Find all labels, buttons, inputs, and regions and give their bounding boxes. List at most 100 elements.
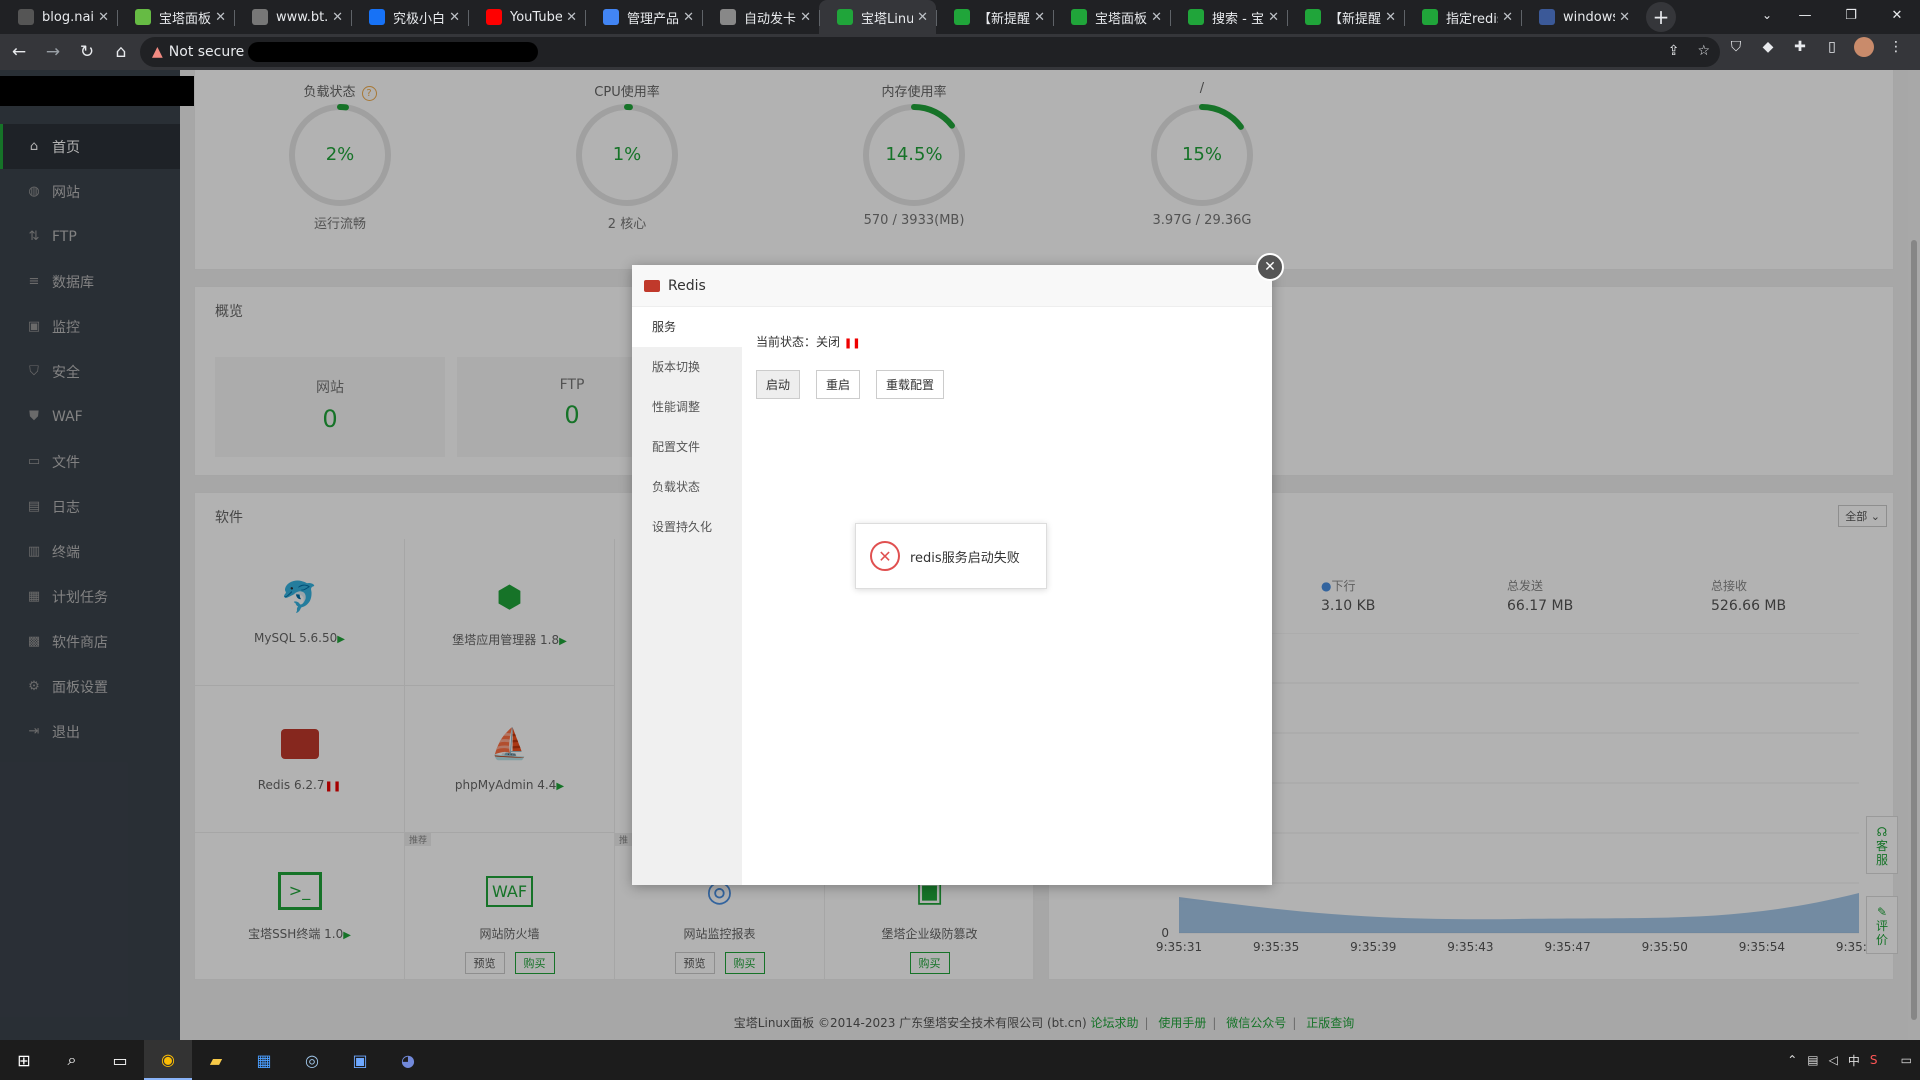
- tab-title: blog.naib: [42, 9, 95, 25]
- tab-title: 宝塔面板: [159, 11, 212, 27]
- browser-tab[interactable]: 搜索 - 宝 ✕: [1170, 0, 1287, 34]
- tab-close-icon[interactable]: ✕: [215, 10, 226, 25]
- tab-favicon-icon: [954, 9, 970, 25]
- notification-icon[interactable]: ▭: [1901, 1053, 1912, 1067]
- browser-tab[interactable]: 宝塔Linu ✕: [819, 0, 936, 34]
- shield-extension-icon[interactable]: ⛉: [1726, 37, 1746, 57]
- service-status-text: 当前状态：关闭: [756, 335, 841, 349]
- tab-favicon-icon: [837, 9, 853, 25]
- start-button[interactable]: 启动: [756, 370, 801, 399]
- page-viewport: ⌂ 首页 ◍ 网站 ⇅ FTP ≡ 数据库 ▣ 监控 ⛉ 安全 ⛊ WAF ▭ 文件 ▤ 日志 ▥ 终端 ▦ 计划任务 ▩ 软…: [0, 70, 1920, 1040]
- tab-close-icon[interactable]: ✕: [1151, 10, 1162, 25]
- address-bar[interactable]: ▲ Not secure ⇪ ☆: [140, 37, 1720, 67]
- star-icon[interactable]: ☆: [1697, 43, 1710, 59]
- browser-tab[interactable]: 宝塔面板 ✕: [1053, 0, 1170, 34]
- browser-tab[interactable]: blog.naib✕: [0, 0, 117, 34]
- volume-icon[interactable]: ◁: [1829, 1053, 1838, 1067]
- tab-close-icon[interactable]: ✕: [1268, 10, 1279, 25]
- tab-title: windows: [1563, 9, 1616, 25]
- ime-indicator[interactable]: 中: [1848, 1052, 1860, 1069]
- discord-icon[interactable]: ◕: [384, 1040, 432, 1080]
- service-status: 当前状态：关闭 ❚❚: [756, 333, 1258, 350]
- share-icon[interactable]: ⇪: [1668, 43, 1680, 59]
- search-icon[interactable]: ⌕: [48, 1040, 96, 1080]
- error-toast: ✕ redis服务启动失败: [855, 523, 1047, 589]
- modal-tab[interactable]: 设置持久化: [632, 507, 742, 547]
- tab-close-icon[interactable]: ✕: [1385, 10, 1396, 25]
- tab-title: 【新提醒: [1329, 11, 1382, 27]
- tab-favicon-icon: [1422, 9, 1438, 25]
- extension-badge-icon[interactable]: ◆: [1758, 37, 1778, 57]
- clock[interactable]: [1887, 1047, 1890, 1073]
- browser-tab[interactable]: 究极小白 ✕: [351, 0, 468, 34]
- reload-icon[interactable]: ↻: [72, 37, 102, 67]
- tab-favicon-icon: [1305, 9, 1321, 25]
- tab-favicon-icon: [369, 9, 385, 25]
- modal-tab[interactable]: 版本切换: [632, 347, 742, 387]
- tab-search-icon[interactable]: ⌄: [1752, 2, 1782, 28]
- tab-title: 自动发卡: [744, 11, 797, 27]
- file-explorer-icon[interactable]: ▰: [192, 1040, 240, 1080]
- redacted-url: [248, 42, 539, 62]
- stopped-icon: ❚❚: [843, 338, 861, 349]
- tab-close-icon[interactable]: ✕: [98, 10, 109, 25]
- new-tab-button[interactable]: +: [1646, 2, 1676, 32]
- tab-title: 宝塔Linu: [861, 11, 914, 27]
- tab-close-icon[interactable]: ✕: [1619, 10, 1630, 25]
- tray-arrow-icon[interactable]: ⌃: [1787, 1053, 1797, 1067]
- tab-close-icon[interactable]: ✕: [683, 10, 694, 25]
- tab-close-icon[interactable]: ✕: [332, 10, 343, 25]
- network-icon[interactable]: ▤: [1807, 1053, 1818, 1067]
- browser-tab[interactable]: 指定redis ✕: [1404, 0, 1521, 34]
- profile-icon[interactable]: [1854, 37, 1874, 57]
- taskview-icon[interactable]: ▭: [96, 1040, 144, 1080]
- extension-icon[interactable]: ✚: [1790, 37, 1810, 57]
- browser-tab[interactable]: 自动发卡 ✕: [702, 0, 819, 34]
- window-controls: — ❐ ✕: [1782, 0, 1920, 30]
- tab-favicon-icon: [603, 9, 619, 25]
- restore-button[interactable]: ❐: [1828, 0, 1874, 30]
- close-window-button[interactable]: ✕: [1874, 0, 1920, 30]
- warning-icon: ▲: [152, 44, 163, 60]
- modal-tab[interactable]: 性能调整: [632, 387, 742, 427]
- error-icon: ✕: [870, 541, 900, 571]
- browser-tab[interactable]: 宝塔面板 ✕: [117, 0, 234, 34]
- tab-close-icon[interactable]: ✕: [1502, 10, 1513, 25]
- browser-tab[interactable]: 【新提醒 ✕: [1287, 0, 1404, 34]
- tab-title: 管理产品: [627, 11, 680, 27]
- tab-close-icon[interactable]: ✕: [566, 10, 577, 25]
- forward-icon[interactable]: →: [38, 37, 68, 67]
- modal-close-button[interactable]: ✕: [1256, 253, 1284, 281]
- browser-tab[interactable]: YouTube ✕: [468, 0, 585, 34]
- modal-tab[interactable]: 配置文件: [632, 427, 742, 467]
- home-icon[interactable]: ⌂: [106, 37, 136, 67]
- restart-button[interactable]: 重启: [816, 370, 861, 399]
- tab-favicon-icon: [486, 9, 502, 25]
- tab-close-icon[interactable]: ✕: [917, 10, 928, 25]
- security-label: Not secure: [168, 44, 245, 60]
- tab-favicon-icon: [720, 9, 736, 25]
- tab-close-icon[interactable]: ✕: [1034, 10, 1045, 25]
- sogou-icon[interactable]: S: [1870, 1053, 1878, 1067]
- store-icon[interactable]: ▦: [240, 1040, 288, 1080]
- tab-favicon-icon: [252, 9, 268, 25]
- browser-tab[interactable]: 管理产品 ✕: [585, 0, 702, 34]
- modal-tab[interactable]: 服务: [632, 307, 742, 347]
- tab-title: 【新提醒: [978, 11, 1031, 27]
- sidepanel-icon[interactable]: ▯: [1822, 37, 1842, 57]
- tab-close-icon[interactable]: ✕: [800, 10, 811, 25]
- browser-tab[interactable]: www.bt.c✕: [234, 0, 351, 34]
- menu-icon[interactable]: ⋮: [1886, 37, 1906, 57]
- reload-config-button[interactable]: 重载配置: [876, 370, 945, 399]
- back-icon[interactable]: ←: [4, 37, 34, 67]
- steam-icon[interactable]: ◎: [288, 1040, 336, 1080]
- modal-tab[interactable]: 负载状态: [632, 467, 742, 507]
- chrome-icon[interactable]: ◉: [144, 1040, 192, 1080]
- app-icon[interactable]: ▣: [336, 1040, 384, 1080]
- browser-tab[interactable]: windows ✕: [1521, 0, 1638, 34]
- windows-start-icon[interactable]: ⊞: [0, 1040, 48, 1080]
- browser-tab[interactable]: 【新提醒 ✕: [936, 0, 1053, 34]
- tab-favicon-icon: [1071, 9, 1087, 25]
- minimize-button[interactable]: —: [1782, 0, 1828, 30]
- tab-close-icon[interactable]: ✕: [449, 10, 460, 25]
